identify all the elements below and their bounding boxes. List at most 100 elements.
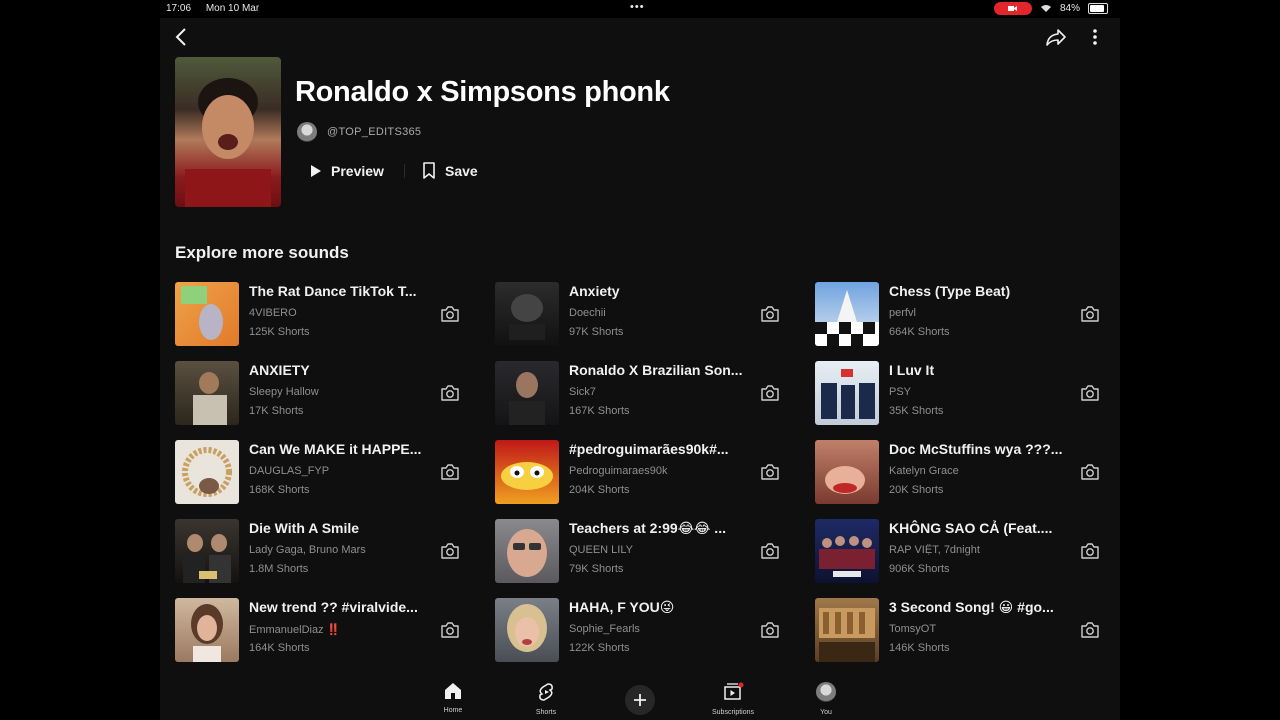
sound-item[interactable]: KHÔNG SAO CẢ (Feat.... RAP VIỆT, 7dnight… (815, 519, 1105, 585)
sound-item-title: New trend ?? #viralvide... (249, 599, 418, 615)
shorts-icon (539, 683, 553, 701)
hall-image (819, 608, 875, 662)
sound-thumbnail (175, 519, 239, 583)
create-short-button[interactable] (439, 541, 461, 561)
status-left: 17:06 Mon 10 Mar (166, 3, 271, 14)
create-short-button[interactable] (439, 383, 461, 403)
multitask-dots[interactable]: ••• (630, 1, 645, 13)
sound-item[interactable]: Die With A Smile Lady Gaga, Bruno Mars 1… (175, 519, 465, 585)
save-button[interactable]: Save (422, 157, 478, 185)
sound-item-title: 3 Second Song! 😀 #go... (889, 599, 1054, 615)
create-short-button[interactable] (759, 541, 781, 561)
channel-link[interactable]: @TOP_EDITS365 (297, 121, 421, 143)
create-short-button[interactable] (1079, 383, 1101, 403)
sound-thumbnail (175, 361, 239, 425)
sound-title: Ronaldo x Simpsons phonk (295, 76, 670, 108)
sound-item[interactable]: Ronaldo X Brazilian Son... Sick7 167K Sh… (495, 361, 785, 427)
screen-record-indicator[interactable] (993, 2, 1032, 15)
create-short-button[interactable] (439, 620, 461, 640)
sound-item-title: Can We MAKE it HAPPE... (249, 441, 422, 457)
channel-avatar[interactable] (297, 122, 317, 142)
sound-item-count: 164K Shorts (249, 642, 310, 654)
sound-thumbnail (175, 598, 239, 662)
sound-item-title: The Rat Dance TikTok T... (249, 283, 417, 299)
nav-you[interactable]: You (796, 682, 856, 716)
camera-icon (761, 306, 779, 322)
preview-button[interactable]: Preview (310, 157, 384, 185)
sound-thumbnail[interactable] (175, 57, 281, 207)
create-short-button[interactable] (1079, 462, 1101, 482)
sound-item-count: 906K Shorts (889, 563, 950, 575)
sound-thumbnail (495, 361, 559, 425)
nav-you-label: You (820, 709, 832, 716)
ronaldo-image (509, 372, 545, 425)
play-icon (311, 165, 321, 177)
more-options-button[interactable] (1086, 26, 1104, 48)
bookmark-icon (423, 162, 435, 179)
status-time: 17:06 (166, 3, 192, 14)
sound-item-title: I Luv It (889, 362, 935, 378)
sound-item[interactable]: The Rat Dance TikTok T... 4VIBERO 125K S… (175, 282, 465, 348)
sound-item[interactable]: ANXIETY Sleepy Hallow 17K Shorts (175, 361, 465, 427)
camera-icon (761, 622, 779, 638)
sound-item[interactable]: Chess (Type Beat) perfvl 664K Shorts (815, 282, 1105, 348)
save-label: Save (445, 163, 478, 179)
share-icon (1046, 29, 1066, 46)
create-short-button[interactable] (439, 462, 461, 482)
bead-ring-image (182, 447, 232, 497)
sound-item[interactable]: #pedroguimarães90k#... Pedroguimaraes90k… (495, 440, 785, 506)
sound-item-artist: Pedroguimaraes90k (569, 465, 668, 477)
sound-item-title: HAHA, F YOU😜 (569, 599, 675, 615)
sound-thumbnail (495, 282, 559, 346)
sound-item-count: 167K Shorts (569, 405, 630, 417)
sound-item-title: Anxiety (569, 283, 620, 299)
nav-subscriptions-label: Subscriptions (711, 709, 755, 716)
create-button[interactable] (625, 685, 655, 715)
nav-home-label: Home (443, 707, 463, 714)
create-short-button[interactable] (1079, 304, 1101, 324)
profile-avatar (816, 682, 836, 702)
sound-item-artist: Doechii (569, 307, 606, 319)
create-short-button[interactable] (1079, 541, 1101, 561)
woman-image (191, 604, 223, 662)
hands-image (825, 466, 865, 494)
artist-image (193, 372, 227, 425)
sound-item-title: ANXIETY (249, 362, 310, 378)
sound-item[interactable]: New trend ?? #viralvide... EmmanuelDiaz … (175, 598, 465, 664)
sound-item[interactable]: 3 Second Song! 😀 #go... TomsyOT 146K Sho… (815, 598, 1105, 664)
sound-thumbnail (495, 598, 559, 662)
nav-home[interactable]: Home (423, 682, 483, 714)
create-short-button[interactable] (1079, 620, 1101, 640)
sound-item-title: KHÔNG SAO CẢ (Feat.... (889, 520, 1053, 536)
action-divider (404, 164, 405, 178)
subscriptions-icon (724, 682, 744, 700)
sound-item[interactable]: HAHA, F YOU😜 Sophie_Fearls 122K Shorts (495, 598, 785, 664)
status-bar: 17:06 Mon 10 Mar ••• 84% (160, 0, 1120, 18)
create-short-button[interactable] (759, 462, 781, 482)
sound-thumbnail (495, 440, 559, 504)
share-button[interactable] (1044, 26, 1068, 48)
sound-item-artist: Sleepy Hallow (249, 386, 319, 398)
camera-icon (441, 622, 459, 638)
sound-item[interactable]: Can We MAKE it HAPPE... DAUGLAS_FYP 168K… (175, 440, 465, 506)
create-short-button[interactable] (759, 620, 781, 640)
create-short-button[interactable] (759, 383, 781, 403)
sound-item-title: #pedroguimarães90k#... (569, 441, 729, 457)
sound-item-artist: PSY (889, 386, 912, 398)
nav-shorts[interactable]: Shorts (516, 682, 576, 716)
sound-item-artist: perfvl (889, 307, 916, 319)
nav-subscriptions[interactable]: Subscriptions (703, 682, 763, 716)
sound-item-count: 97K Shorts (569, 326, 624, 338)
sound-item[interactable]: I Luv It PSY 35K Shorts (815, 361, 1105, 427)
sound-item[interactable]: Anxiety Doechii 97K Shorts (495, 282, 785, 348)
channel-handle[interactable]: @TOP_EDITS365 (327, 126, 421, 138)
sound-item[interactable]: Doc McStuffins wya ???... Katelyn Grace … (815, 440, 1105, 506)
create-short-button[interactable] (439, 304, 461, 324)
sound-item[interactable]: Teachers at 2:99😂😂 ... QUEEN LILY 79K Sh… (495, 519, 785, 585)
sound-thumbnail (175, 282, 239, 346)
cartoon-face-image (501, 462, 553, 490)
sound-item-count: 664K Shorts (889, 326, 950, 338)
create-short-button[interactable] (759, 304, 781, 324)
camera-icon (441, 306, 459, 322)
back-button[interactable] (172, 26, 192, 48)
